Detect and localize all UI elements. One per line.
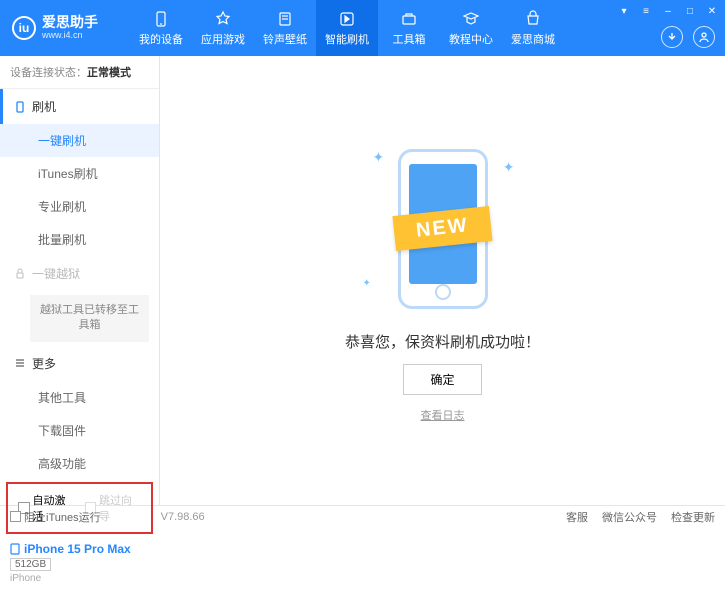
menu-icon[interactable]: ▾: [617, 4, 631, 18]
confirm-button[interactable]: 确定: [403, 364, 481, 395]
main-content: ✦ ✦ ✦ NEW 恭喜您，保资料刷机成功啦！ 确定 查看日志: [160, 56, 725, 505]
sidebar-item-batch-flash[interactable]: 批量刷机: [0, 223, 159, 256]
flash-icon: [338, 10, 356, 28]
jailbreak-note: 越狱工具已转移至工具箱: [30, 295, 149, 342]
sidebar-item-other-tools[interactable]: 其他工具: [0, 381, 159, 414]
sidebar-item-itunes-flash[interactable]: iTunes刷机: [0, 157, 159, 190]
device-type: iPhone: [10, 573, 149, 584]
download-icon[interactable]: [661, 26, 683, 48]
version-label: V7.98.66: [161, 511, 205, 523]
checkbox-block-itunes[interactable]: 阻止iTunes运行: [10, 509, 101, 525]
phone-icon: [10, 543, 20, 555]
logo: iu 爱思助手 www.i4.cn: [0, 15, 110, 40]
apps-icon: [214, 10, 232, 28]
footer-check-update[interactable]: 检查更新: [671, 509, 715, 525]
settings-icon[interactable]: ≡: [639, 4, 653, 18]
device-icon: [152, 10, 170, 28]
nav-my-device[interactable]: 我的设备: [130, 0, 192, 56]
footer-support[interactable]: 客服: [566, 509, 588, 525]
user-icon[interactable]: [693, 26, 715, 48]
nav-flash[interactable]: 智能刷机: [316, 0, 378, 56]
maximize-icon[interactable]: □: [683, 4, 697, 18]
view-log-link[interactable]: 查看日志: [421, 407, 465, 423]
device-storage: 512GB: [10, 558, 51, 571]
footer-wechat[interactable]: 微信公众号: [602, 509, 657, 525]
sidebar: 设备连接状态：正常模式 刷机 一键刷机 iTunes刷机 专业刷机 批量刷机 一…: [0, 56, 160, 505]
app-header: iu 爱思助手 www.i4.cn 我的设备 应用游戏 铃声壁纸 智能刷机 工具…: [0, 0, 725, 56]
window-controls: ▾ ≡ – □ ✕: [617, 4, 719, 18]
nav-apps[interactable]: 应用游戏: [192, 0, 254, 56]
nav-store[interactable]: 爱思商城: [502, 0, 564, 56]
sidebar-item-download-firmware[interactable]: 下载固件: [0, 414, 159, 447]
app-title: 爱思助手: [42, 15, 98, 30]
lock-icon: [14, 268, 26, 280]
nav-ringtones[interactable]: 铃声壁纸: [254, 0, 316, 56]
success-message: 恭喜您，保资料刷机成功啦！: [345, 331, 540, 352]
sidebar-item-advanced[interactable]: 高级功能: [0, 447, 159, 480]
main-nav: 我的设备 应用游戏 铃声壁纸 智能刷机 工具箱 教程中心 爱思商城: [130, 0, 564, 56]
ringtone-icon: [276, 10, 294, 28]
section-jailbreak[interactable]: 一键越狱: [0, 256, 159, 291]
store-icon: [524, 10, 542, 28]
sidebar-item-oneclick-flash[interactable]: 一键刷机: [0, 124, 159, 157]
sidebar-item-pro-flash[interactable]: 专业刷机: [0, 190, 159, 223]
close-icon[interactable]: ✕: [705, 4, 719, 18]
app-url: www.i4.cn: [42, 31, 98, 41]
flash-section-icon: [14, 101, 26, 113]
tutorial-icon: [462, 10, 480, 28]
nav-toolbox[interactable]: 工具箱: [378, 0, 440, 56]
logo-icon: iu: [12, 16, 36, 40]
connection-status: 设备连接状态：正常模式: [0, 56, 159, 89]
minimize-icon[interactable]: –: [661, 4, 675, 18]
device-info[interactable]: iPhone 15 Pro Max 512GB iPhone: [0, 536, 159, 590]
success-illustration: ✦ ✦ ✦ NEW: [353, 139, 533, 319]
section-flash[interactable]: 刷机: [0, 89, 159, 124]
toolbox-icon: [400, 10, 418, 28]
more-icon: [14, 357, 26, 369]
nav-tutorials[interactable]: 教程中心: [440, 0, 502, 56]
section-more[interactable]: 更多: [0, 346, 159, 381]
